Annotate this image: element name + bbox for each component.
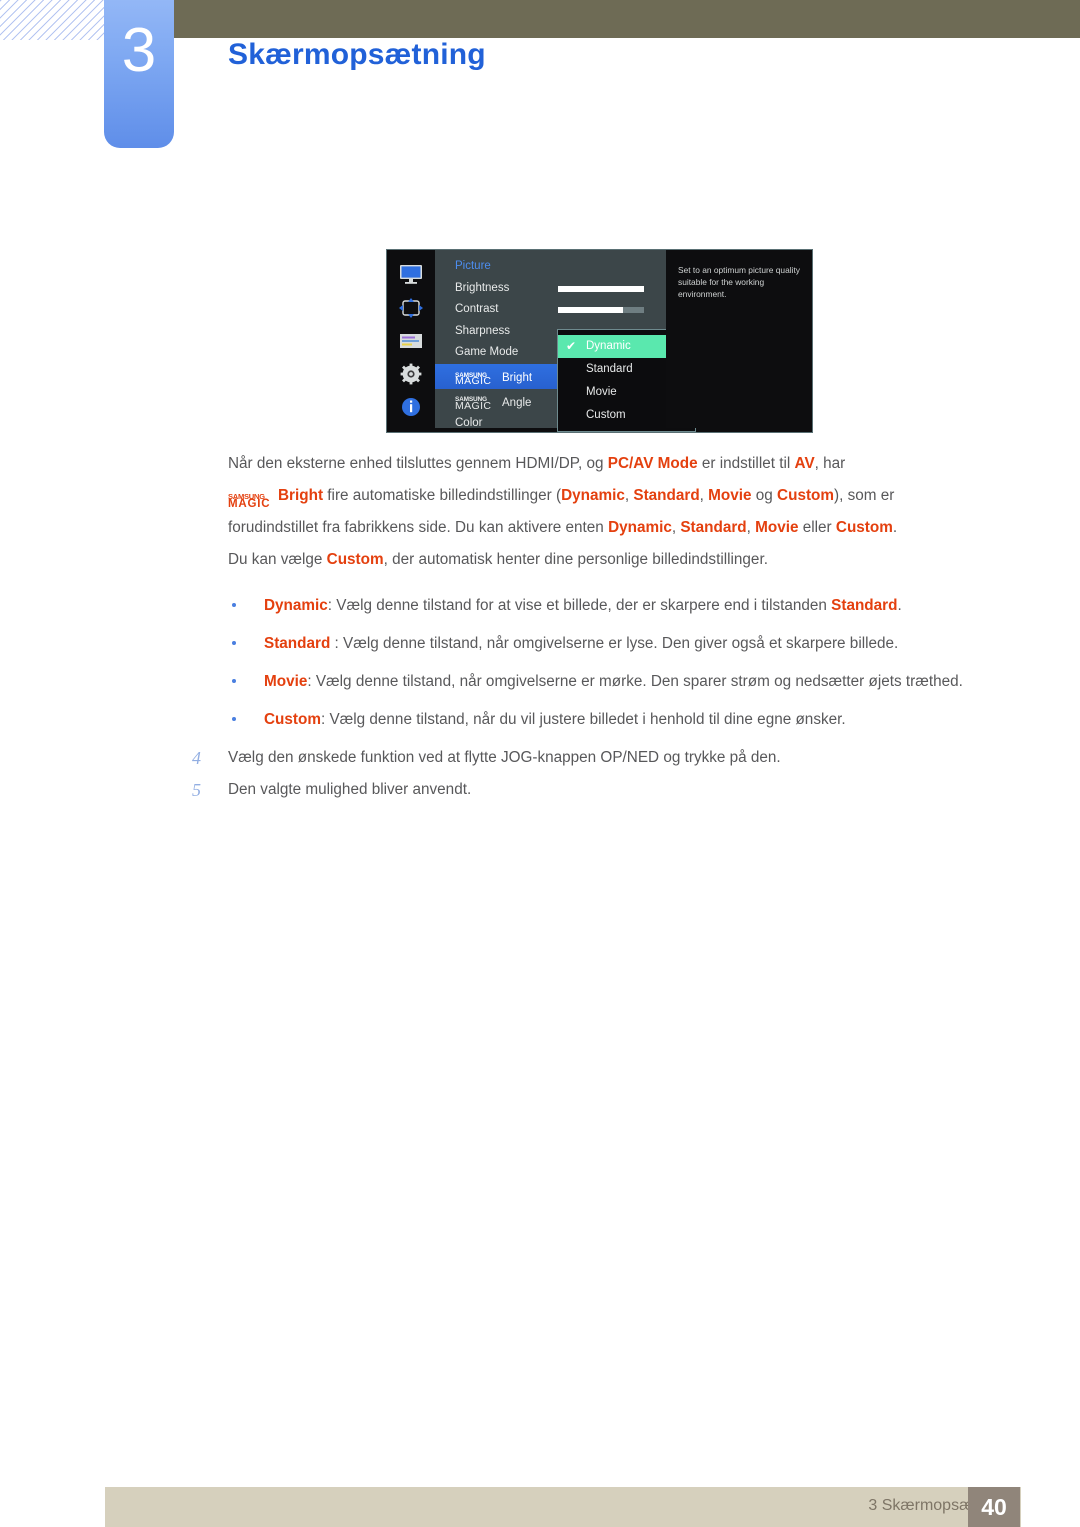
osd-item-label: Contrast [455, 303, 499, 315]
highlight-custom: Custom [835, 519, 893, 536]
header-band [105, 0, 1080, 38]
text-run: , der automatisk henter dine personlige … [383, 551, 768, 568]
page-number-box: 40 [968, 1487, 1020, 1527]
paragraph-line-4: Du kan vælge Custom, der automatisk hent… [228, 544, 1020, 576]
corner-hatch-decoration [0, 0, 106, 40]
mode-bullet-list: Dynamic: Vælg denne tilstand for at vise… [0, 590, 1080, 736]
info-icon [397, 395, 425, 419]
list-item: Movie: Vælg denne tilstand, når omgivels… [228, 666, 1044, 698]
bullet-text: Vælg denne tilstand, når omgivelserne er… [343, 635, 899, 652]
step-text: Vælg den ønskede funktion ved at flytte … [228, 749, 781, 766]
magicbright-suffix: Bright [502, 371, 533, 384]
chapter-number: 3 [121, 16, 157, 85]
text-run: : [327, 597, 337, 614]
magicbright-suffix: Bright [278, 487, 324, 504]
text-run: og [751, 487, 778, 504]
osd-item-label: Sharpness [455, 324, 510, 337]
bullet-text: Vælg denne tilstand, når du vil justere … [329, 711, 846, 728]
brightness-slider[interactable]: 100 [558, 285, 696, 302]
bullet-term: Standard [264, 635, 331, 652]
list-item: Dynamic: Vælg denne tilstand for at vise… [228, 590, 1044, 622]
highlight-movie: Movie [755, 519, 799, 536]
page-title: Skærmopsætning [228, 38, 486, 71]
text-run: eller [798, 519, 836, 536]
osd-item-label: Game Mode [455, 346, 519, 358]
bullet-term: Movie [264, 673, 308, 690]
bullet-text: Vælg denne tilstand, når omgivelserne er… [315, 673, 963, 690]
text-run: , [746, 519, 756, 536]
samsung-magic-logo: SAMSUNG MAGIC [455, 364, 502, 387]
bullet-dot-icon [232, 679, 236, 683]
text-run: Når den eksterne enhed tilsluttes gennem… [228, 455, 608, 472]
samsung-magic-logo: SAMSUNG MAGIC [228, 487, 278, 510]
intro-paragraph: Når den eksterne enhed tilsluttes gennem… [228, 448, 1020, 576]
bullet-term: Custom [264, 711, 321, 728]
check-icon: ✔ [566, 339, 577, 353]
osd-menu-title: Picture [455, 260, 491, 272]
highlight-standard: Standard [633, 487, 700, 504]
text-run: . [897, 597, 902, 614]
highlight-custom: Custom [777, 487, 834, 504]
list-item: Custom: Vælg denne tilstand, når du vil … [228, 704, 1044, 736]
gear-icon [397, 362, 425, 386]
text-run: er indstillet til [697, 455, 795, 472]
highlight-movie: Movie [708, 487, 752, 504]
list-item: Standard : Vælg denne tilstand, når omgi… [228, 628, 1044, 660]
bullet-dot-icon [232, 641, 236, 645]
bullet-term-ref: Standard [831, 597, 898, 614]
osd-help-text: Set to an optimum picture quality suitab… [666, 250, 812, 428]
text-run: : [307, 673, 316, 690]
page-number: 40 [981, 1494, 1007, 1520]
submenu-option-label: Standard [586, 363, 633, 375]
monitor-icon [397, 263, 425, 287]
magicangle-suffix: Angle [502, 396, 532, 409]
highlight-pcav-mode: PC/AV Mode [607, 455, 698, 472]
list-item: 4 Vælg den ønskede funktion ved at flytte… [192, 742, 1048, 774]
step-number: 4 [192, 748, 201, 768]
contrast-slider[interactable]: 75 [558, 307, 696, 323]
osd-screenshot-figure: Picture Brightness 100 Contrast 75 Sharp… [386, 249, 813, 433]
highlight-dynamic: Dynamic [608, 519, 672, 536]
four-direction-arrow-icon [397, 296, 425, 320]
osd-item-label: Color [455, 416, 483, 429]
submenu-option-label: Movie [586, 386, 617, 398]
text-run: . [892, 519, 898, 536]
step-text: Den valgte mulighed bliver anvendt. [228, 781, 472, 798]
list-item: 5 Den valgte mulighed bliver anvendt. [192, 774, 1048, 806]
osd-item-label: Brightness [455, 281, 510, 294]
magic-brand-main: MAGIC [228, 498, 271, 510]
highlight-av: AV [794, 455, 815, 472]
body-content: Når den eksterne enhed tilsluttes gennem… [0, 448, 1080, 806]
bullet-dot-icon [232, 603, 236, 607]
paragraph-line-2: SAMSUNG MAGIC Bright fire automatiske bill… [228, 480, 1020, 512]
submenu-option-label: Custom [586, 409, 626, 421]
text-run: forudindstillet fra fabrikkens side. Du … [228, 519, 609, 536]
text-run: fire automatiske billedindstillinger ( [323, 487, 562, 504]
paragraph-line-1: Når den eksterne enhed tilsluttes gennem… [228, 448, 1020, 480]
text-run: , har [814, 455, 846, 472]
bullet-text: Vælg denne tilstand for at vise et bille… [336, 597, 832, 614]
osd-item-brightness[interactable]: Brightness 100 [435, 278, 696, 302]
bullet-term: Dynamic [264, 597, 328, 614]
step-number: 5 [192, 780, 201, 800]
osd-icon-sidebar [387, 250, 435, 432]
text-run: : [330, 635, 344, 652]
numbered-step-list: 4 Vælg den ønskede funktion ved at flytte… [0, 742, 1080, 806]
paragraph-line-3: forudindstillet fra fabrikkens side. Du … [228, 512, 1020, 544]
chapter-number-badge: 3 [104, 0, 174, 148]
samsung-magic-logo: SAMSUNG MAGIC [455, 389, 502, 412]
submenu-option-label: Dynamic [586, 340, 631, 352]
text-run: ), som er [834, 487, 895, 504]
bullet-dot-icon [232, 717, 236, 721]
text-run: Du kan vælge [228, 551, 327, 568]
osd-list-icon [397, 329, 425, 353]
text-run: , [699, 487, 709, 504]
highlight-dynamic: Dynamic [561, 487, 625, 504]
highlight-standard: Standard [680, 519, 747, 536]
osd-item-contrast[interactable]: Contrast 75 [435, 299, 696, 323]
highlight-custom: Custom [326, 551, 384, 568]
